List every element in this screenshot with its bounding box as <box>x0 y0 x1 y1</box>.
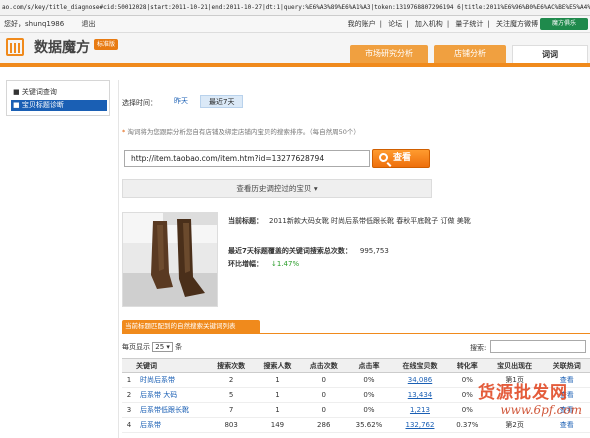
username: shunq1986 <box>25 20 65 28</box>
history-toggle[interactable]: 查看历史调控过的宝贝 ▾ <box>122 179 432 198</box>
logo-icon <box>6 38 24 56</box>
logout-link[interactable]: 退出 <box>81 20 95 28</box>
time-option-7days[interactable]: 最近7天 <box>200 95 244 108</box>
time-option-yesterday[interactable]: 昨天 <box>166 95 196 108</box>
sidebar: ■ 关键词查询 ■ 宝贝标题诊断 <box>6 80 110 116</box>
address-bar[interactable]: ao.com/s/key/title_diagnose#cid:50012028… <box>0 0 590 16</box>
table-search-label: 搜索: <box>470 344 487 352</box>
keyword-link[interactable]: 后系带低跟长靴 <box>136 402 208 418</box>
search-count: 最近7天标题覆盖的关键词搜索总次数： 995,753 <box>228 247 389 255</box>
info-note: * 淘词将为您跟踪分析您自有店铺及绑定店铺内宝贝的搜索排序。（每自然周50个） <box>122 128 360 136</box>
club-button[interactable]: 魔方俱乐 <box>540 18 588 30</box>
link-forum[interactable]: 论坛 <box>388 20 402 28</box>
online-count-link[interactable]: 1,213 <box>391 402 449 418</box>
online-count-link[interactable]: 132,762 <box>391 417 449 433</box>
per-page-select[interactable]: 25 ▾ <box>152 342 173 352</box>
chevron-down-icon: ▾ <box>166 343 170 351</box>
watermark: 货源批发网 www.6pf.com <box>478 383 582 417</box>
keyword-link[interactable]: 后系带 大码 <box>136 387 208 403</box>
chevron-down-icon: ▾ <box>313 184 318 193</box>
time-filter-label: 选择时间： <box>122 99 157 107</box>
search-icon <box>379 153 388 162</box>
keyword-link[interactable]: 时尚后系带 <box>136 372 208 388</box>
online-count-link[interactable]: 13,434 <box>391 387 449 403</box>
product-image <box>122 212 218 307</box>
col-ctr[interactable]: 点击率 <box>346 358 392 373</box>
edition-badge: 标准版 <box>94 39 119 50</box>
col-online[interactable]: 在线宝贝数 <box>391 358 449 373</box>
sidebar-item-title-diagnose[interactable]: ■ 宝贝标题诊断 <box>11 100 107 111</box>
link-my-account[interactable]: 我的账户 <box>348 20 376 28</box>
tab-keywords[interactable]: 词词 <box>512 45 588 63</box>
col-cvr[interactable]: 转化率 <box>448 358 486 373</box>
view-button[interactable]: 查看 <box>372 149 430 168</box>
top-bar: 您好，shunq1986 退出 我的账户 | 论坛 | 加入机构 | 量子统计 | 关注… <box>0 16 590 33</box>
link-join[interactable]: 加入机构 <box>415 20 443 28</box>
section-divider <box>122 333 590 334</box>
tab-market[interactable]: 市场研究分析 <box>350 45 428 63</box>
online-count-link[interactable]: 34,086 <box>391 372 449 388</box>
link-weibo[interactable]: 关注魔方微博 <box>496 20 538 28</box>
keyword-link[interactable]: 后系带 <box>136 417 208 433</box>
header-divider <box>0 63 590 67</box>
col-search-times[interactable]: 搜索次数 <box>208 358 255 373</box>
product-title: 当前标题： 2011新款大码女靴 时尚后系带低跟长靴 春秋平底靴子 订做 美靴 <box>228 217 471 225</box>
keyword-list-header: 当前标题匹配到的自然搜索关键词列表 <box>122 320 260 333</box>
app-title: 数据魔方 <box>34 40 90 56</box>
col-clicks[interactable]: 点击次数 <box>300 358 347 373</box>
col-position[interactable]: 宝贝出现在 <box>485 358 544 373</box>
tab-shop[interactable]: 店铺分析 <box>434 45 506 63</box>
link-stats[interactable]: 量子统计 <box>455 20 483 28</box>
sidebar-item-keyword-query[interactable]: ■ 关键词查询 <box>13 87 57 97</box>
per-page-control: 每页显示 25 ▾ 条 <box>122 342 183 352</box>
table-search-input[interactable] <box>490 340 586 353</box>
item-url-input[interactable]: http://item.taobao.com/item.htm?id=13277… <box>124 150 370 167</box>
col-related[interactable]: 关联热词 <box>543 358 590 373</box>
col-searchers[interactable]: 搜索人数 <box>254 358 301 373</box>
growth-rate: 环比增幅： ↓1.47% <box>228 260 300 268</box>
greeting: 您好， <box>4 20 25 28</box>
col-keyword[interactable]: 关键词 <box>136 358 208 373</box>
